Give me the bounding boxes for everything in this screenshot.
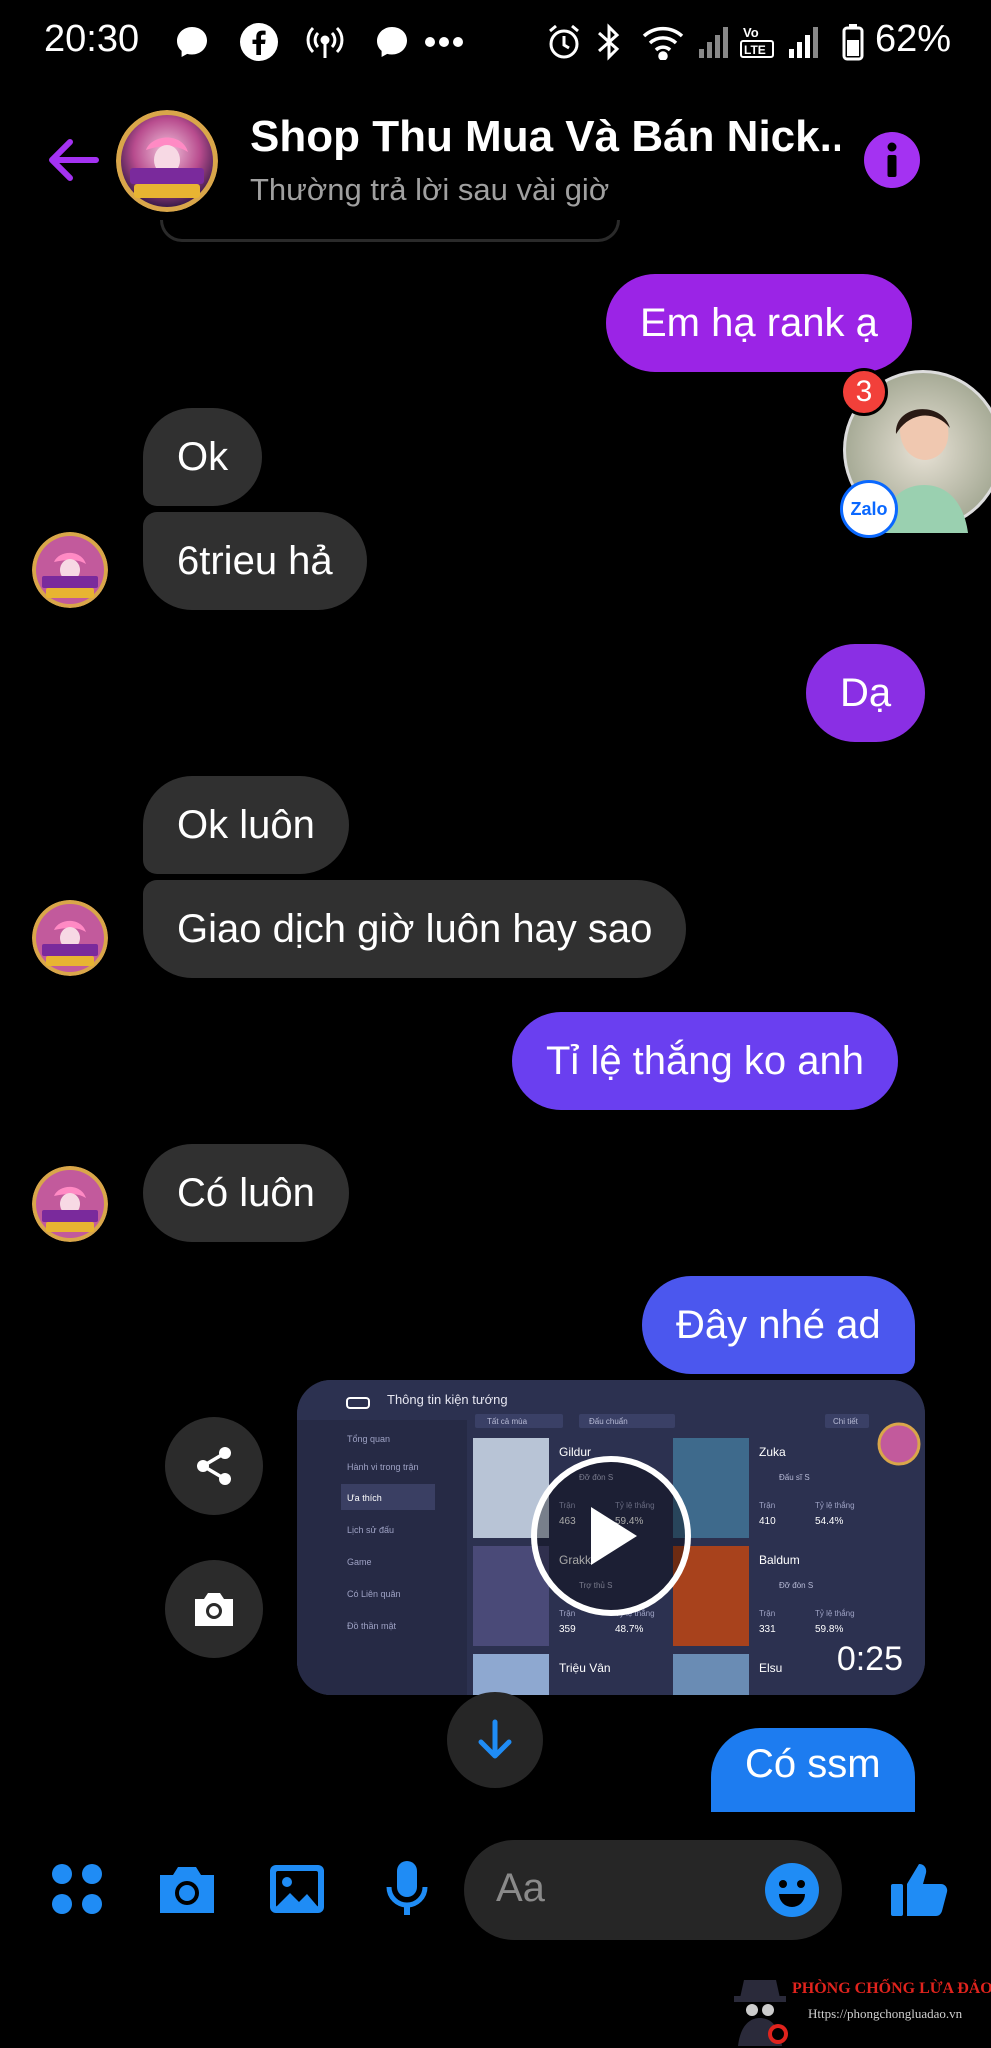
image-icon [270, 1865, 324, 1913]
messenger-bubble-icon [172, 22, 212, 62]
svg-text:Tổng quan: Tổng quan [347, 1434, 390, 1444]
sender-avatar[interactable] [32, 532, 108, 608]
arrow-left-icon [49, 139, 99, 181]
video-title: Thông tin kiện tướng [387, 1392, 508, 1407]
like-button[interactable] [884, 1854, 954, 1924]
message-incoming[interactable]: Ok luôn [143, 776, 349, 874]
watermark-url: Https://phongchongluadao.vn [808, 2006, 963, 2021]
capture-button[interactable] [165, 1560, 263, 1658]
previous-message-fragment [160, 220, 620, 242]
svg-text:Trận: Trận [759, 1609, 775, 1618]
scroll-to-bottom-button[interactable] [447, 1692, 543, 1788]
message-incoming[interactable]: 6trieu hả [143, 512, 367, 610]
watermark: PHÒNG CHỐNG LỪA ĐẢO Https://phongchonglu… [730, 1972, 991, 2048]
svg-text:Hành vi trong trận: Hành vi trong trận [347, 1462, 419, 1472]
info-button[interactable] [864, 132, 920, 188]
bluetooth-icon [592, 22, 626, 62]
play-icon [591, 1507, 637, 1565]
svg-text:Đấu sĩ S: Đấu sĩ S [779, 1473, 810, 1482]
facebook-icon [238, 22, 280, 62]
video-filter-2: Đấu chuẩn [589, 1417, 628, 1426]
svg-text:Zuka: Zuka [759, 1445, 786, 1459]
message-outgoing[interactable]: Em hạ rank ạ [606, 274, 912, 372]
svg-text:48.7%: 48.7% [615, 1624, 643, 1635]
svg-text:Elsu: Elsu [759, 1661, 782, 1675]
sender-avatar[interactable] [32, 1166, 108, 1242]
video-filter-1: Tất cả mùa [487, 1417, 528, 1426]
svg-text:Có Liên quân: Có Liên quân [347, 1589, 401, 1599]
video-duration: 0:25 [836, 1640, 903, 1678]
smiley-icon [765, 1863, 819, 1917]
svg-text:410: 410 [759, 1516, 776, 1527]
message-incoming[interactable]: Ok [143, 408, 263, 506]
message-outgoing[interactable]: Tỉ lệ thắng ko anh [512, 1012, 898, 1110]
arrow-down-icon [478, 1719, 512, 1759]
status-bar: 20:30 Vo LTE 62% [0, 0, 991, 86]
camera-icon [160, 1867, 214, 1913]
svg-text:359: 359 [559, 1624, 576, 1635]
svg-text:Vo: Vo [743, 25, 759, 40]
share-button[interactable] [165, 1417, 263, 1515]
thumbs-up-icon [891, 1864, 948, 1916]
svg-text:Đồ thần mật: Đồ thần mật [347, 1621, 397, 1631]
svg-text:Gildur: Gildur [559, 1445, 591, 1459]
watermark-title: PHÒNG CHỐNG LỪA ĐẢO [792, 1980, 991, 1997]
video-attachment[interactable]: Thông tin kiện tướng Tất cả mùa Đấu chuẩ… [297, 1380, 925, 1695]
svg-text:Tỷ lệ thắng: Tỷ lệ thắng [815, 1501, 855, 1510]
contact-status: Thường trả lời sau vài giờ [250, 172, 610, 207]
svg-text:Lịch sử đấu: Lịch sử đấu [347, 1525, 394, 1535]
video-detail: Chi tiết [833, 1417, 859, 1426]
conversation-header: Shop Thu Mua Và Bán Nick... Thường trả l… [0, 90, 991, 230]
svg-text:Ưa thích: Ưa thích [347, 1493, 382, 1503]
message-composer: Aa [0, 1840, 991, 1940]
message-outgoing[interactable]: Đây nhé ad [642, 1276, 915, 1374]
signal-icon [786, 22, 822, 62]
svg-text:Trận: Trận [759, 1501, 775, 1510]
microphone-icon [386, 1861, 428, 1915]
svg-text:Game: Game [347, 1557, 372, 1567]
message-outgoing[interactable]: Dạ [806, 644, 926, 742]
hotspot-icon [304, 22, 346, 62]
svg-text:59.8%: 59.8% [815, 1624, 843, 1635]
signal-icon [696, 22, 732, 62]
battery-percent: 62% [874, 18, 951, 60]
back-button[interactable] [44, 132, 104, 188]
zalo-chat-head[interactable]: 3 Zalo [840, 368, 991, 538]
camera-icon [195, 1593, 233, 1626]
battery-icon [840, 22, 866, 62]
message-incoming[interactable]: Giao dịch giờ luôn hay sao [143, 880, 687, 978]
message-outgoing[interactable]: Có ssm [711, 1728, 915, 1812]
wifi-icon [640, 22, 686, 62]
svg-text:Đỡ đòn S: Đỡ đòn S [779, 1581, 813, 1590]
info-icon [887, 142, 897, 177]
svg-text:Triệu Vân: Triệu Vân [559, 1661, 611, 1675]
svg-text:LTE: LTE [744, 43, 766, 57]
svg-text:Tỷ lệ thắng: Tỷ lệ thắng [815, 1609, 855, 1618]
volte-icon: Vo LTE [738, 22, 776, 62]
voice-button[interactable] [372, 1854, 442, 1924]
contact-avatar[interactable] [116, 110, 218, 212]
contact-name: Shop Thu Mua Và Bán Nick... [250, 112, 840, 161]
grid-dots-icon [52, 1864, 102, 1914]
message-incoming[interactable]: Có luôn [143, 1144, 349, 1242]
svg-text:54.4%: 54.4% [815, 1516, 843, 1527]
svg-text:Trận: Trận [559, 1609, 575, 1618]
more-dots-icon [422, 22, 466, 62]
status-time: 20:30 [44, 18, 140, 60]
gallery-button[interactable] [262, 1854, 332, 1924]
unread-count-badge: 3 [840, 368, 888, 416]
more-actions-button[interactable] [42, 1854, 112, 1924]
svg-text:Baldum: Baldum [759, 1553, 800, 1567]
svg-text:331: 331 [759, 1624, 776, 1635]
sender-avatar[interactable] [32, 900, 108, 976]
share-icon [197, 1447, 231, 1485]
play-button[interactable] [531, 1456, 691, 1616]
emoji-button[interactable] [764, 1862, 820, 1923]
zalo-logo: Zalo [840, 480, 898, 538]
camera-button[interactable] [152, 1854, 222, 1924]
message-input[interactable]: Aa [464, 1840, 842, 1940]
spy-logo-icon [734, 1980, 788, 2046]
alarm-icon [544, 22, 584, 62]
messenger-bubble-icon [372, 22, 412, 62]
